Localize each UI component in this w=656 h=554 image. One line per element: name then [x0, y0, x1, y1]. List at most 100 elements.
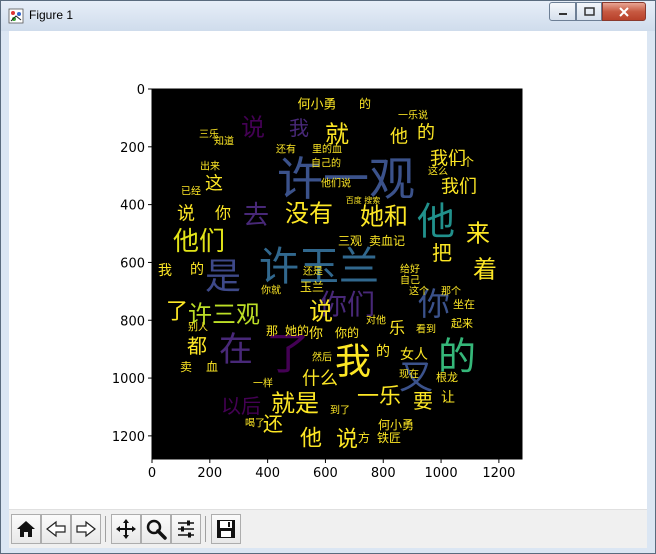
word-cloud-word: 然后 [312, 351, 332, 364]
word-cloud-word: 还是 [303, 266, 323, 278]
close-button[interactable] [602, 2, 646, 21]
word-cloud-word: 没有 [285, 199, 333, 227]
word-cloud-word: 一个 [450, 155, 474, 169]
word-cloud-word: 自己的 [311, 157, 341, 170]
figure-window: Figure 1 许一观他许玉兰是你们你在了我的又他们 没有 她和就去说我许三观了说… [0, 0, 656, 554]
word-cloud-word: 你就 [261, 284, 281, 297]
word-cloud-word: 要 [413, 389, 433, 413]
word-cloud-word: 卖 [180, 360, 192, 374]
window-title: Figure 1 [29, 8, 74, 22]
save-button[interactable] [211, 514, 241, 544]
x-tick-label: 0 [148, 466, 156, 481]
word-cloud-word: 我 [335, 342, 371, 383]
word-cloud-word: 说 [309, 297, 333, 325]
word-cloud-word: 女人 [400, 346, 428, 363]
word-cloud-word: 卖血记 [369, 234, 405, 248]
x-tick-label: 1200 [482, 466, 515, 481]
word-cloud-word: 来 [466, 219, 490, 247]
y-tick-label: 800 [120, 314, 145, 329]
word-cloud-word: 说 [241, 113, 265, 141]
close-icon [619, 6, 629, 17]
word-cloud-word: 知道 [214, 135, 234, 148]
word-cloud-word: 着 [473, 255, 497, 283]
word-cloud-word: 到了 [330, 405, 350, 417]
word-cloud-word: 我 [289, 116, 309, 140]
word-cloud-word: 看到 [416, 323, 436, 336]
maximize-icon [583, 7, 595, 16]
word-cloud-word: 铁匠 [377, 431, 401, 445]
pan-button[interactable] [111, 514, 141, 544]
word-cloud-word: 玉兰 [300, 280, 324, 294]
word-cloud-word: 你 [215, 204, 231, 223]
maximize-button[interactable] [576, 2, 602, 21]
word-cloud-word: 那个 [441, 286, 461, 298]
word-cloud-word: 以后 [221, 394, 261, 418]
word-cloud-word: 的 [359, 96, 371, 111]
y-tick-label: 400 [120, 199, 145, 214]
word-cloud-word: 的 [190, 262, 204, 278]
minimize-icon [558, 12, 567, 15]
y-tick-label: 200 [120, 141, 145, 156]
home-icon [17, 521, 35, 537]
x-tick-label: 600 [313, 466, 338, 481]
word-cloud-word: 去 [243, 201, 269, 231]
forward-button[interactable] [71, 514, 101, 544]
y-tick-label: 0 [137, 83, 145, 98]
word-cloud-word: 对他 [366, 314, 386, 327]
word-cloud-word: 什么 [302, 368, 338, 389]
word-cloud-word: 根龙 [436, 370, 458, 384]
word-cloud-word: 说 [336, 428, 358, 453]
word-cloud-word: 的 [376, 344, 390, 360]
figure-canvas[interactable]: 许一观他许玉兰是你们你在了我的又他们 没有 她和就去说我许三观了说着来把就是 一乐 以后… [9, 31, 647, 509]
word-cloud-word: 是 [205, 257, 241, 298]
word-cloud-word: 你 [309, 326, 323, 342]
word-cloud-word: 现在 [399, 369, 419, 381]
title-bar[interactable]: Figure 1 [1, 1, 655, 31]
word-cloud-word: 还 [263, 412, 283, 436]
word-cloud-word: 百度 搜索 [346, 195, 381, 205]
minimize-button[interactable] [549, 2, 576, 21]
word-cloud-word: 你的 [335, 325, 359, 340]
word-cloud-word: 让 [441, 390, 455, 406]
toolbar-separator [205, 516, 206, 542]
word-cloud-word: 何小勇 [297, 97, 336, 113]
word-cloud-word: 一乐说 [398, 109, 428, 122]
word-cloud-word: 这 [205, 173, 223, 194]
configure-icon [178, 520, 194, 538]
back-button[interactable] [41, 514, 71, 544]
word-cloud-word: 把 [432, 241, 452, 265]
word-cloud-word: 一样 [253, 377, 273, 390]
word-cloud-word: 乐 [389, 319, 405, 338]
x-axis: 0 200 400 600 800 1000 1200 [148, 459, 515, 481]
figure-app-icon [8, 8, 24, 24]
pan-icon [116, 519, 136, 539]
word-cloud-word: 她和 [360, 202, 408, 230]
word-cloud-word: 已经 [181, 185, 201, 198]
word-cloud-word: 这个 [409, 285, 429, 298]
zoom-button[interactable] [141, 514, 171, 544]
navigation-toolbar [9, 509, 647, 548]
word-cloud-word: 我 [158, 263, 172, 279]
plot-area: 许一观他许玉兰是你们 你在了我的又他们没有 她和就去说 我许三观了 说着来把就是 一乐以后… [112, 83, 523, 481]
word-cloud-word: 给好 [400, 263, 420, 276]
word-cloud-word: 他 [300, 427, 322, 452]
save-icon [217, 520, 235, 538]
word-cloud-word: 他们 [173, 227, 225, 257]
word-cloud-word: 何小勇 [378, 418, 414, 432]
home-button[interactable] [11, 514, 41, 544]
y-tick-label: 1200 [112, 430, 145, 445]
configure-subplots-button[interactable] [171, 514, 201, 544]
x-tick-label: 400 [255, 466, 280, 481]
word-cloud-word: 喝了 [245, 418, 265, 430]
word-cloud-word: 那 [266, 324, 278, 338]
toolbar-separator [105, 516, 106, 542]
word-cloud-word: 他 [390, 126, 408, 147]
x-tick-label: 1000 [425, 466, 458, 481]
word-cloud-word: 三观 [338, 234, 362, 248]
word-cloud-word: 方 [358, 430, 370, 445]
word-cloud-word: 坐在 [453, 298, 475, 311]
y-tick-label: 1000 [112, 372, 145, 387]
word-cloud-word: 血 [206, 360, 218, 374]
word-cloud-word: 起来 [451, 317, 473, 330]
word-cloud-word: 都 [187, 334, 207, 358]
